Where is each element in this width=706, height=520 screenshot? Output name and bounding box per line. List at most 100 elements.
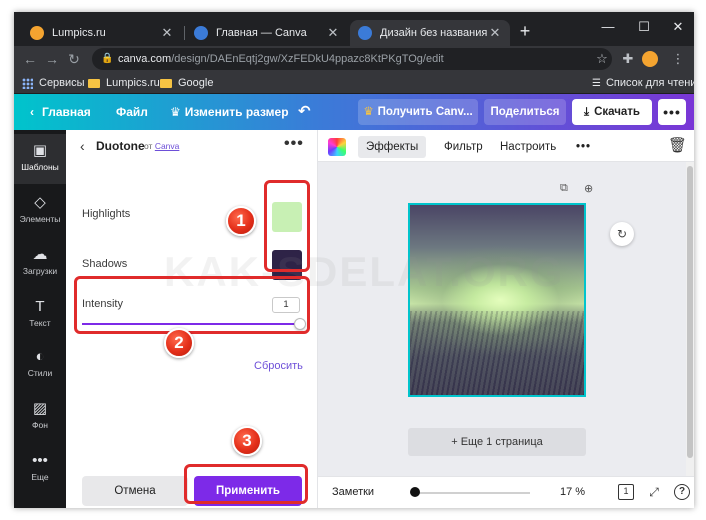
author-prefix: от [144, 141, 153, 151]
rotate-comment-icon[interactable]: ↻ [610, 222, 634, 246]
url-host: canva.com [118, 53, 172, 65]
profile-avatar[interactable] [642, 51, 658, 67]
forward-arrow-icon[interactable]: → [42, 49, 62, 69]
reading-list[interactable]: ☰ Список для чтения [592, 75, 694, 91]
fullscreen-icon[interactable]: ⤢ [646, 484, 662, 500]
browser-toolbar: ← → ↻ 🔒 canva.com/design/DAEnEqtj2gw/XzFE… [14, 46, 694, 72]
browser-menu-icon[interactable]: ⋮ [668, 49, 688, 69]
back-chevron-icon[interactable]: ‹ [80, 138, 85, 154]
tab-filter[interactable]: Фильтр [436, 136, 491, 158]
author-link[interactable]: Canva [155, 141, 180, 151]
rail-more[interactable]: ••• Еще [14, 444, 66, 494]
help-icon[interactable]: ? [674, 484, 690, 500]
add-page-button[interactable]: + Еще 1 страница [408, 428, 586, 456]
upload-cloud-icon: ☁ [32, 246, 48, 263]
rail-label: Фон [32, 420, 48, 430]
duplicate-page-icon[interactable]: ⧉ [560, 182, 568, 195]
annotation-badge-1: 1 [226, 206, 256, 236]
reading-list-label: Список для чтения [605, 77, 694, 89]
panel-more-icon[interactable]: ••• [284, 135, 304, 153]
address-bar[interactable]: 🔒 canva.com/design/DAEnEqtj2gw/XzFEDkU4pp… [92, 48, 612, 70]
extensions-puzzle-icon[interactable]: ✚ [618, 49, 638, 69]
file-menu[interactable]: Файл [116, 94, 148, 130]
rail-label: Загрузки [22, 266, 58, 276]
tab-title: Дизайн без названия — 1481 [380, 27, 488, 39]
undo-icon[interactable]: ↶ [298, 94, 311, 130]
download-icon: ⤓ [583, 106, 590, 118]
reload-icon[interactable]: ↻ [64, 49, 84, 69]
panel-title: Duotone [96, 139, 145, 153]
close-icon[interactable]: ✕ [326, 25, 340, 41]
bookmark-services[interactable]: Сервисы [22, 75, 85, 91]
rail-label: Шаблоны [21, 162, 59, 172]
cancel-button[interactable]: Отмена [82, 476, 188, 506]
back-arrow-icon[interactable]: ← [20, 49, 40, 69]
notes-button[interactable]: Заметки [332, 486, 374, 498]
scrollbar-thumb[interactable] [687, 166, 693, 458]
tab-canva-design[interactable]: Дизайн без названия — 1481 ✕ [350, 20, 510, 46]
new-tab-plus-icon[interactable]: + [514, 20, 536, 42]
highlights-label: Highlights [82, 208, 131, 220]
close-icon[interactable]: ✕ [160, 25, 174, 41]
tab-adjust[interactable]: Настроить [492, 136, 564, 158]
color-picker-icon[interactable] [328, 138, 346, 156]
canvas-stage: ⧉ ⊕ ↻ + Еще 1 страница [318, 162, 694, 476]
tab-effects[interactable]: Эффекты [358, 136, 427, 158]
shadows-label: Shadows [82, 258, 128, 270]
star-icon[interactable]: ☆ [592, 49, 612, 69]
annotation-box-apply [184, 464, 308, 504]
minimize-icon[interactable]: — [590, 16, 626, 38]
bookmark-google[interactable]: Google [160, 75, 213, 91]
annotation-badge-3: 3 [232, 426, 262, 456]
annotation-box-intensity [74, 276, 310, 334]
zoom-percent[interactable]: 17 % [560, 486, 585, 498]
rail-elements[interactable]: ◇ Элементы [14, 186, 66, 236]
home-link[interactable]: ‹ Главная [30, 94, 91, 130]
rail-text[interactable]: T Текст [14, 290, 66, 340]
folder-icon [88, 78, 100, 88]
tab-divider [184, 26, 185, 40]
reading-list-icon: ☰ [592, 77, 601, 89]
share-button[interactable]: Поделиться [484, 99, 566, 125]
canvas-toolbar: Эффекты Фильтр Настроить ••• 🗑 [318, 130, 694, 162]
crown-icon: ♛ [363, 106, 374, 118]
more-options-icon[interactable]: ••• [658, 99, 686, 125]
rail-label: Стили [27, 368, 53, 378]
annotation-badge-2: 2 [164, 328, 194, 358]
bookmark-label: Google [178, 77, 214, 89]
duotone-photo[interactable] [408, 203, 586, 397]
resize-label: Изменить размер [184, 105, 289, 119]
close-icon[interactable]: ✕ [488, 25, 502, 41]
bookmark-label: Сервисы [39, 77, 85, 89]
zoom-slider-thumb[interactable] [410, 487, 420, 497]
get-canva-label: Получить Canv... [377, 106, 473, 118]
window-close-icon[interactable]: ✕ [660, 16, 694, 38]
page-count-icon[interactable]: 1 [618, 484, 634, 500]
toolbar-more-icon[interactable]: ••• [568, 136, 599, 158]
reset-link[interactable]: Сбросить [254, 360, 303, 372]
maximize-icon[interactable]: ☐ [626, 16, 662, 38]
bookmark-label: Lumpics.ru [106, 77, 160, 89]
rail-uploads[interactable]: ☁ Загрузки [14, 238, 66, 288]
bookmark-lumpics[interactable]: Lumpics.ru [88, 75, 160, 91]
rail-background[interactable]: ▨ Фон [14, 392, 66, 442]
rail-templates[interactable]: ▣ Шаблоны [14, 134, 66, 184]
canvas-scrollbar[interactable] [686, 162, 694, 476]
rail-styles[interactable]: ◐ Стили [14, 340, 66, 390]
tab-canva-home[interactable]: Главная — Canva ✕ [186, 20, 348, 46]
download-button[interactable]: ⤓ Скачать [572, 99, 652, 125]
add-page-icon[interactable]: ⊕ [584, 182, 593, 195]
chevron-left-icon: ‹ [30, 105, 34, 119]
zoom-slider-track[interactable] [414, 492, 530, 494]
trash-icon[interactable]: 🗑 [668, 136, 687, 154]
more-dots-icon: ••• [32, 452, 48, 469]
browser-window: Lumpics.ru ✕ Главная — Canva ✕ Дизайн бе… [14, 12, 694, 508]
lock-icon: 🔒 [101, 53, 114, 64]
resize-button[interactable]: ♛ Изменить размер [170, 94, 289, 130]
tab-lumpics[interactable]: Lumpics.ru ✕ [22, 20, 182, 46]
get-canva-pro-button[interactable]: ♛ Получить Canv... [358, 99, 478, 125]
rail-label: Элементы [19, 214, 61, 224]
folder-icon [160, 78, 172, 88]
canva-favicon-icon [194, 26, 208, 40]
templates-icon: ▣ [32, 142, 48, 159]
